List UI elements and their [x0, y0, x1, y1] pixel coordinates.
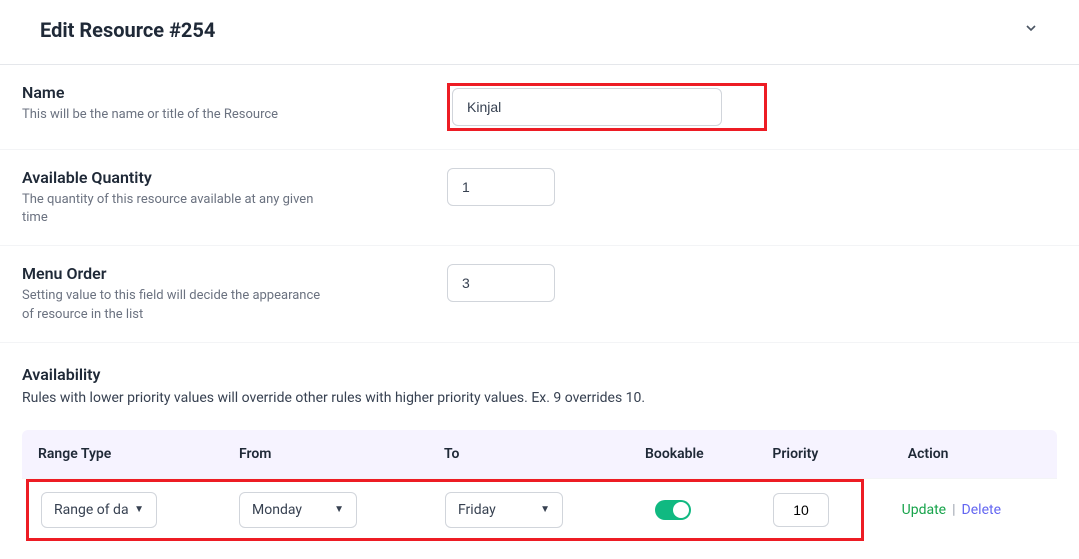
to-select[interactable]: Friday ▼ — [445, 492, 563, 528]
range-type-value: Range of days — [54, 502, 128, 518]
from-value: Monday — [252, 502, 302, 518]
col-action: Action — [908, 446, 1057, 462]
availability-title: Availability — [22, 365, 1057, 384]
availability-row: Range of days ▼ Monday ▼ Friday ▼ — [26, 479, 864, 541]
quantity-input[interactable] — [447, 168, 555, 206]
delete-link[interactable]: Delete — [962, 502, 1001, 518]
row-actions: Update | Delete — [902, 502, 1001, 518]
from-select[interactable]: Monday ▼ — [239, 492, 357, 528]
action-divider: | — [952, 502, 955, 518]
page-title: Edit Resource #254 — [40, 18, 215, 42]
toggle-knob — [673, 502, 689, 518]
menu-order-input[interactable] — [447, 264, 555, 302]
caret-down-icon: ▼ — [334, 504, 344, 515]
priority-input[interactable] — [773, 493, 829, 527]
quantity-help: The quantity of this resource available … — [22, 191, 332, 227]
chevron-down-icon[interactable] — [1023, 20, 1039, 40]
col-from: From — [239, 446, 444, 462]
name-label: Name — [22, 83, 447, 102]
menu-order-label: Menu Order — [22, 264, 447, 283]
caret-down-icon: ▼ — [540, 504, 550, 515]
update-link[interactable]: Update — [902, 502, 946, 518]
col-priority: Priority — [772, 446, 907, 462]
menu-order-help: Setting value to this field will decide … — [22, 287, 332, 323]
col-range-type: Range Type — [38, 446, 239, 462]
name-help: This will be the name or title of the Re… — [22, 106, 332, 124]
bookable-toggle[interactable] — [655, 500, 691, 520]
range-type-select[interactable]: Range of days ▼ — [41, 492, 157, 528]
name-highlight — [447, 83, 767, 131]
to-value: Friday — [458, 502, 496, 518]
col-to: To — [444, 446, 645, 462]
quantity-label: Available Quantity — [22, 168, 447, 187]
col-bookable: Bookable — [645, 446, 772, 462]
name-input[interactable] — [452, 88, 722, 126]
availability-table: Range Type From To Bookable Priority Act… — [22, 430, 1057, 541]
availability-help: Rules with lower priority values will ov… — [22, 390, 1057, 406]
caret-down-icon: ▼ — [134, 504, 144, 515]
